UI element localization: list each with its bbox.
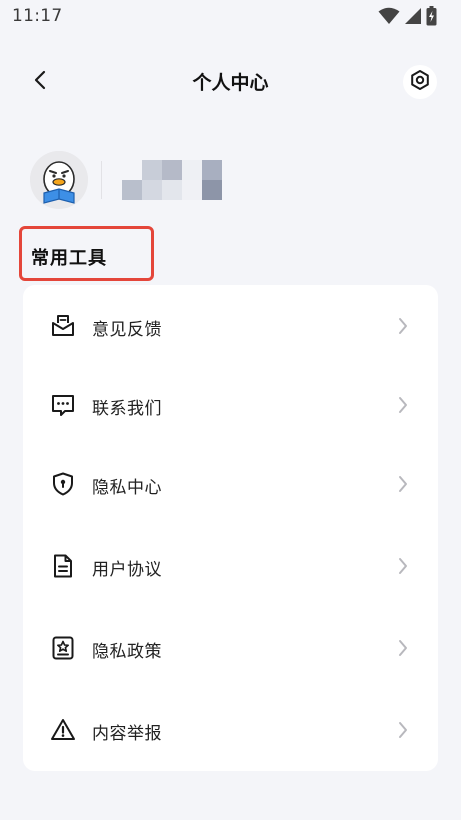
profile-divider	[101, 161, 102, 199]
menu-item-label: 用户协议	[92, 560, 162, 580]
menu-item-content-report[interactable]: 内容举报	[23, 700, 438, 760]
document-icon	[50, 553, 76, 579]
warning-triangle-icon	[50, 717, 76, 743]
chevron-right-icon	[396, 720, 410, 740]
menu-item-label: 隐私政策	[92, 642, 162, 662]
chat-bubble-icon	[50, 392, 76, 418]
status-bar: 11:17	[0, 0, 461, 32]
menu-item-user-agreement[interactable]: 用户协议	[23, 536, 438, 596]
status-icons	[378, 6, 437, 30]
menu-item-label: 联系我们	[92, 399, 162, 419]
chevron-right-icon	[396, 316, 410, 336]
menu-item-label: 内容举报	[92, 724, 162, 744]
feedback-envelope-icon	[50, 313, 76, 339]
username-redacted	[122, 160, 222, 200]
nav-bar: 个人中心	[0, 56, 461, 108]
chevron-right-icon	[396, 556, 410, 576]
wifi-icon	[378, 7, 400, 29]
shield-lock-icon	[50, 471, 76, 497]
menu-item-privacy-policy[interactable]: 隐私政策	[23, 618, 438, 678]
cellular-signal-icon	[404, 7, 422, 29]
badge-star-icon	[50, 635, 76, 661]
chevron-right-icon	[396, 395, 410, 415]
menu-item-label: 意见反馈	[92, 320, 162, 340]
avatar[interactable]	[30, 151, 88, 209]
profile-header[interactable]	[30, 150, 222, 210]
duck-avatar-icon	[30, 151, 88, 209]
chevron-right-icon	[396, 638, 410, 658]
chevron-right-icon	[396, 474, 410, 494]
status-time: 11:17	[12, 6, 63, 26]
page-title: 个人中心	[192, 72, 269, 94]
settings-hexagon-icon	[409, 69, 431, 95]
tools-menu-card: 意见反馈 联系我们 隐私中心 用户协议 隐私政策 内容举报	[23, 285, 438, 771]
menu-item-contact-us[interactable]: 联系我们	[23, 375, 438, 435]
battery-charging-icon	[426, 6, 437, 30]
section-title: 常用工具	[31, 248, 107, 269]
menu-item-label: 隐私中心	[92, 478, 162, 498]
settings-button[interactable]	[403, 65, 437, 99]
menu-item-feedback[interactable]: 意见反馈	[23, 296, 438, 356]
menu-item-privacy-center[interactable]: 隐私中心	[23, 454, 438, 514]
